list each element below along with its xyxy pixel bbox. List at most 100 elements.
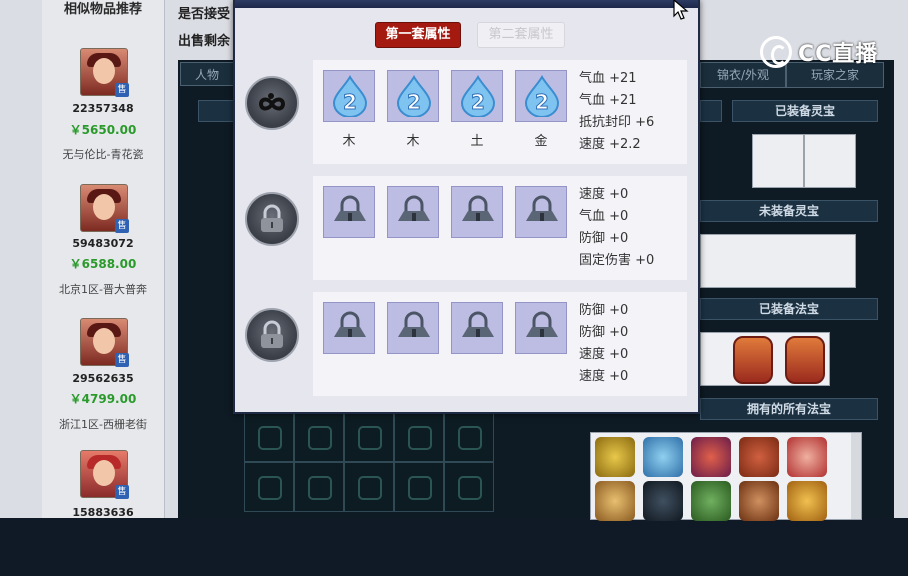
svg-text:2: 2 [407, 90, 421, 114]
fabao-drum-icon[interactable] [785, 336, 825, 384]
fan-icon[interactable] [643, 437, 683, 477]
avatar: 售 [80, 318, 129, 367]
attribute-line: 防御 +0 [579, 325, 629, 340]
ring-icon[interactable] [787, 481, 827, 521]
mouse-cursor-icon [673, 0, 689, 20]
inventory-cell[interactable] [444, 462, 494, 512]
activated-seal-button[interactable] [245, 76, 299, 130]
inventory-grid [244, 412, 500, 518]
infinity-icon [258, 93, 286, 111]
attribute-line: 防御 +0 [579, 231, 629, 246]
locked-gem-slot[interactable] [451, 302, 503, 354]
gem-row: 防御 +0 防御 +0 速度 +0 速度 +0 [313, 292, 687, 396]
section-bar-left [198, 100, 236, 122]
gem-slot[interactable]: 2 [387, 70, 439, 122]
dragon-icon[interactable] [691, 437, 731, 477]
attribute-set-dialog: 第一套属性 第二套属性 2 2 2 2 木 木 土 金 气血 +21 气血 +2… [233, 0, 700, 414]
similar-item[interactable]: 售 29562635 ￥4799.00 浙江1区-西栅老街 [42, 314, 164, 444]
lingbao-slot[interactable] [804, 134, 856, 188]
attribute-line: 气血 +0 [579, 209, 629, 224]
svg-text:2: 2 [471, 90, 485, 114]
lock-icon [334, 311, 366, 337]
umbrella-icon[interactable] [691, 481, 731, 521]
remaining-sale-text: 出售剩余 [178, 34, 231, 49]
lock-icon [526, 195, 558, 221]
lock-icon [462, 311, 494, 337]
inventory-cell[interactable] [244, 412, 294, 462]
gem-element-label: 木 [342, 134, 356, 149]
attribute-line: 固定伤害 +0 [579, 253, 655, 268]
fabao-item-icon[interactable] [595, 481, 635, 521]
locked-gem-slot[interactable] [387, 186, 439, 238]
fabao-item-icon[interactable] [739, 481, 779, 521]
item-server[interactable]: 北京1区-晋大普奔 [42, 281, 164, 297]
scrollbar[interactable] [851, 433, 861, 519]
gem-element-label: 土 [470, 134, 484, 149]
sale-badge: 售 [115, 353, 129, 367]
attribute-line: 气血 +21 [579, 93, 637, 108]
attribute-line: 抵抗封印 +6 [579, 115, 655, 130]
section-bar-gap [700, 100, 722, 122]
equipped-fabao-header: 已装备法宝 [700, 298, 878, 320]
lock-icon [526, 311, 558, 337]
fabao-drum-icon[interactable] [733, 336, 773, 384]
whip-icon[interactable] [739, 437, 779, 477]
water-drop-gem-icon: 2 [460, 75, 496, 117]
locked-seal-button[interactable] [245, 192, 299, 246]
tab-first-attribute-set[interactable]: 第一套属性 [375, 22, 461, 48]
item-server[interactable]: 浙江1区-西栅老街 [42, 416, 164, 432]
item-price: ￥5650.00 [69, 123, 137, 137]
sale-badge: 售 [115, 485, 129, 499]
gem-slot[interactable]: 2 [323, 70, 375, 122]
locked-gem-slot[interactable] [451, 186, 503, 238]
lock-icon [261, 320, 283, 348]
lock-icon [398, 195, 430, 221]
svg-text:2: 2 [535, 90, 549, 114]
fabao-slots[interactable] [700, 332, 830, 386]
similar-item[interactable]: 售 15883636 [42, 446, 164, 576]
locked-gem-slot[interactable] [387, 302, 439, 354]
item-id: 15883636 [72, 506, 134, 519]
all-fabao-header: 拥有的所有法宝 [700, 398, 878, 420]
inventory-cell[interactable] [294, 462, 344, 512]
equipped-lingbao-header: 已装备灵宝 [732, 100, 878, 122]
similar-item[interactable]: 售 22357348 ￥5650.00 无与伦比-青花瓷 [42, 44, 164, 174]
golden-toad-icon[interactable] [595, 437, 635, 477]
inventory-cell[interactable] [344, 462, 394, 512]
locked-seal-button[interactable] [245, 308, 299, 362]
watermark-text: CC直播 [798, 42, 879, 67]
locked-gem-slot[interactable] [323, 302, 375, 354]
item-id: 59483072 [72, 237, 134, 250]
item-server[interactable]: 无与伦比-青花瓷 [42, 146, 164, 162]
locked-gem-slot[interactable] [323, 186, 375, 238]
lingbao-slot[interactable] [752, 134, 804, 188]
inventory-cell[interactable] [294, 412, 344, 462]
similar-item[interactable]: 售 59483072 ￥6588.00 北京1区-晋大普奔 [42, 180, 164, 310]
attribute-line: 气血 +21 [579, 71, 637, 86]
book-icon[interactable] [643, 481, 683, 521]
doll-icon[interactable] [787, 437, 827, 477]
locked-gem-slot[interactable] [515, 302, 567, 354]
inventory-cell[interactable] [394, 462, 444, 512]
lock-icon [334, 195, 366, 221]
gem-slot[interactable]: 2 [451, 70, 503, 122]
tab-second-attribute-set[interactable]: 第二套属性 [477, 22, 565, 48]
locked-gem-slot[interactable] [515, 186, 567, 238]
lock-icon [398, 311, 430, 337]
lock-icon [462, 195, 494, 221]
avatar: 售 [80, 184, 129, 233]
trade-option-text: 是否接受 [178, 7, 231, 22]
item-id: 29562635 [72, 372, 134, 385]
inventory-cell[interactable] [344, 412, 394, 462]
cc-logo-icon [760, 36, 792, 68]
dialog-titlebar[interactable] [235, 0, 698, 8]
water-drop-gem-icon: 2 [396, 75, 432, 117]
gem-slot[interactable]: 2 [515, 70, 567, 122]
lingbao-storage[interactable] [700, 234, 856, 288]
attribute-line: 速度 +2.2 [579, 137, 641, 152]
inventory-cell[interactable] [244, 462, 294, 512]
inventory-cell[interactable] [444, 412, 494, 462]
inventory-cell[interactable] [394, 412, 444, 462]
tab-character[interactable]: 人物 [180, 62, 234, 86]
attribute-line: 速度 +0 [579, 369, 629, 384]
